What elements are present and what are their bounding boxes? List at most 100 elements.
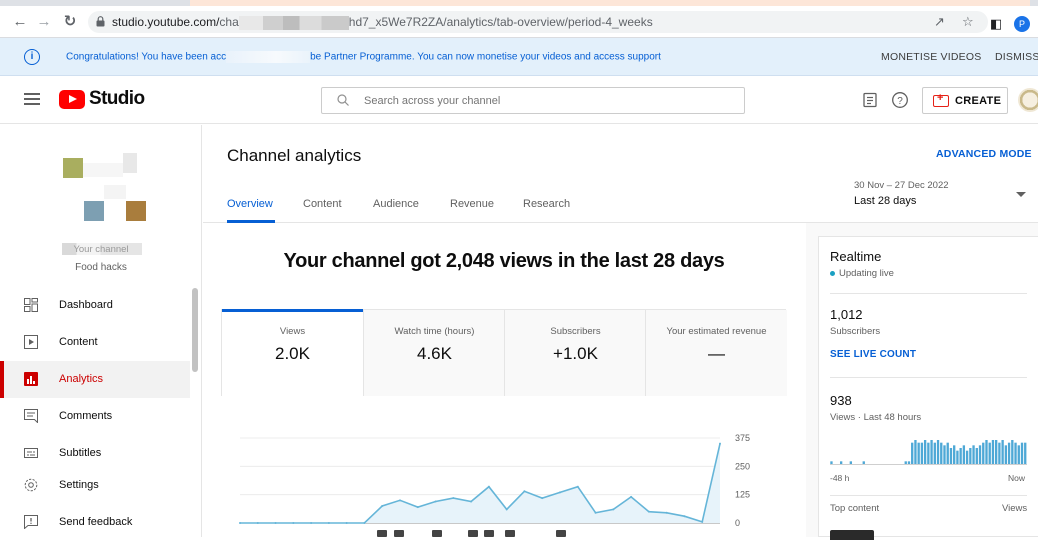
realtime-bar[interactable] (920, 442, 924, 464)
views-data-point[interactable] (239, 522, 241, 524)
views-data-point[interactable] (345, 522, 348, 524)
sidebar-item-content[interactable]: Content (4, 324, 190, 361)
search-input[interactable] (364, 92, 734, 110)
realtime-bar[interactable] (985, 440, 988, 464)
sidebar-item-dashboard[interactable]: Dashboard (4, 287, 190, 324)
realtime-bar[interactable] (1004, 445, 1008, 464)
side-panel-icon[interactable]: ◧ (990, 16, 1002, 32)
realtime-bar[interactable] (995, 440, 998, 464)
realtime-bar[interactable] (936, 440, 940, 464)
star-icon[interactable]: ☆ (962, 14, 974, 30)
realtime-views-bar-chart[interactable] (830, 435, 1027, 465)
top-content-thumbnail[interactable] (830, 530, 874, 540)
realtime-bar[interactable] (982, 442, 985, 464)
realtime-bar[interactable] (839, 461, 843, 464)
realtime-bar[interactable] (904, 461, 907, 464)
realtime-bar[interactable] (998, 442, 1001, 464)
realtime-bar[interactable] (1014, 442, 1017, 464)
realtime-bar[interactable] (1007, 442, 1011, 464)
realtime-bar[interactable] (914, 440, 917, 464)
realtime-bar[interactable] (917, 442, 920, 464)
views-data-point[interactable] (630, 495, 633, 498)
video-publish-marker[interactable] (394, 530, 404, 537)
views-data-point[interactable] (505, 508, 508, 511)
views-data-point[interactable] (559, 491, 561, 494)
views-data-point[interactable] (310, 522, 313, 524)
video-publish-marker[interactable] (556, 530, 566, 537)
realtime-bar[interactable] (975, 448, 978, 464)
share-icon[interactable]: ↗ (934, 14, 945, 30)
realtime-bar[interactable] (969, 448, 972, 464)
video-publish-marker[interactable] (505, 530, 515, 537)
sidebar-scrollbar[interactable] (192, 288, 198, 372)
realtime-bar[interactable] (943, 445, 946, 464)
sidebar-item-settings[interactable]: Settings (4, 467, 190, 504)
sidebar-item-send-feedback[interactable]: Send feedback (4, 504, 190, 541)
address-bar[interactable]: studio.youtube.com/cha hd7_x5We7R2ZA/anal… (88, 11, 988, 33)
realtime-bar[interactable] (988, 442, 991, 464)
views-data-point[interactable] (452, 497, 455, 500)
views-data-point[interactable] (541, 497, 544, 500)
realtime-bar[interactable] (911, 442, 914, 464)
views-data-point[interactable] (256, 522, 259, 524)
views-data-point[interactable] (487, 485, 490, 488)
realtime-bar[interactable] (965, 450, 969, 464)
tab-research[interactable]: Research (523, 198, 570, 210)
tab-content[interactable]: Content (303, 198, 342, 210)
views-data-point[interactable] (274, 522, 277, 524)
realtime-bar[interactable] (927, 442, 930, 464)
realtime-bar[interactable] (972, 445, 975, 464)
period-dropdown-icon[interactable] (1016, 192, 1026, 197)
metric-card-revenue[interactable]: Your estimated revenue — (645, 310, 787, 396)
realtime-bar[interactable] (978, 445, 982, 464)
realtime-bar[interactable] (949, 448, 953, 464)
views-data-point[interactable] (434, 500, 437, 503)
realtime-bar[interactable] (862, 461, 865, 464)
realtime-bar[interactable] (1024, 442, 1027, 464)
realtime-bar[interactable] (1020, 442, 1024, 464)
views-data-point[interactable] (665, 511, 668, 514)
realtime-bar[interactable] (946, 442, 949, 464)
metric-card-views[interactable]: Views 2.0K (222, 309, 363, 396)
realtime-bar[interactable] (1011, 440, 1014, 464)
views-data-point[interactable] (399, 499, 401, 502)
metric-card-subscribers[interactable]: Subscribers +1.0K (504, 310, 645, 396)
realtime-bar[interactable] (1017, 445, 1020, 464)
sidebar-item-comments[interactable]: Comments (4, 398, 190, 435)
youtube-logo-icon[interactable] (59, 90, 85, 109)
create-button[interactable]: CREATE (922, 87, 1008, 114)
views-data-point[interactable] (594, 511, 597, 514)
realtime-bar[interactable] (956, 450, 959, 464)
realtime-bar[interactable] (849, 461, 853, 464)
views-data-point[interactable] (647, 510, 650, 513)
realtime-bar[interactable] (991, 440, 995, 464)
account-avatar[interactable] (1018, 88, 1038, 112)
menu-icon[interactable] (24, 93, 40, 105)
reload-icon[interactable]: ↻ (62, 14, 78, 30)
views-data-point[interactable] (292, 522, 295, 524)
views-data-point[interactable] (470, 500, 473, 503)
tab-revenue[interactable]: Revenue (450, 198, 494, 210)
realtime-bar[interactable] (940, 442, 943, 464)
help-icon[interactable]: ? (891, 91, 909, 109)
studio-logo-text[interactable]: Studio (89, 88, 145, 110)
views-data-point[interactable] (416, 506, 419, 509)
tab-overview[interactable]: Overview (227, 198, 273, 210)
realtime-bar[interactable] (1001, 440, 1004, 464)
video-publish-marker[interactable] (377, 530, 387, 537)
realtime-bar[interactable] (907, 461, 911, 464)
realtime-bar[interactable] (830, 461, 833, 464)
video-publish-marker[interactable] (468, 530, 478, 537)
advanced-mode-button[interactable]: ADVANCED MODE (936, 148, 1032, 160)
views-data-point[interactable] (381, 505, 384, 507)
channel-avatar[interactable] (58, 153, 150, 253)
profile-avatar[interactable]: P (1014, 16, 1030, 32)
period-selector[interactable]: 30 Nov – 27 Dec 2022 Last 28 days (854, 180, 949, 207)
views-line-chart[interactable]: 0 125 250 375 (222, 428, 782, 537)
forward-icon[interactable]: → (36, 14, 52, 30)
see-live-count-link[interactable]: SEE LIVE COUNT (830, 349, 916, 360)
tab-audience[interactable]: Audience (373, 198, 419, 210)
views-data-point[interactable] (719, 442, 721, 445)
realtime-bar[interactable] (930, 440, 933, 464)
realtime-bar[interactable] (933, 442, 936, 464)
